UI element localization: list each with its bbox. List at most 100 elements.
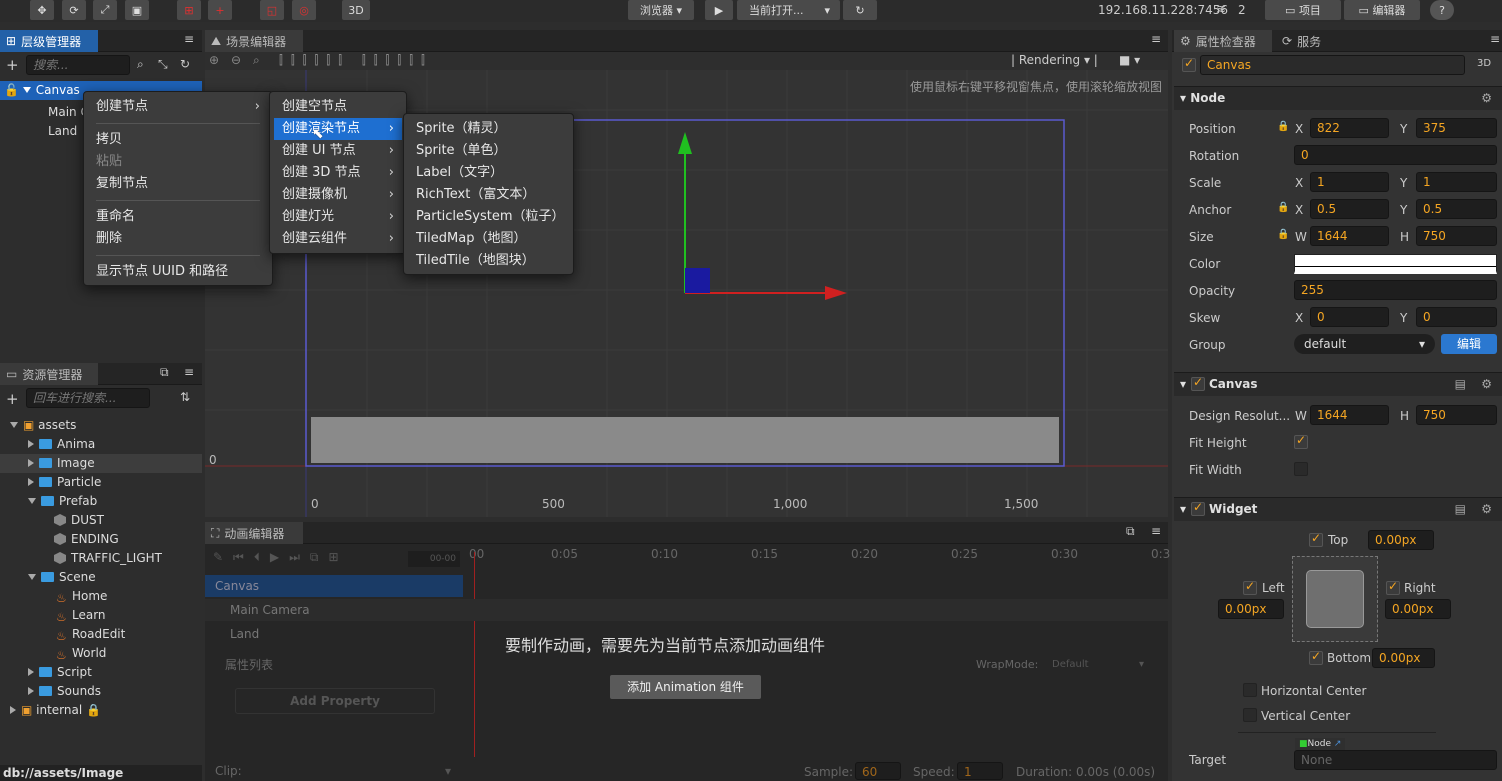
widget-left-input[interactable]: 0.00px — [1218, 599, 1284, 619]
menu-item-richtext[interactable]: RichText（富文本） — [408, 184, 569, 206]
assets-search-input[interactable]: 回车进行搜索... — [26, 388, 150, 408]
scale-tool-button[interactable]: ⤢ — [93, 0, 117, 20]
search-icon[interactable]: ⌕ — [137, 57, 144, 72]
scene-menu-icon[interactable]: ≡ — [1151, 32, 1161, 46]
asset-folder[interactable]: Script — [28, 663, 92, 682]
popout-icon[interactable]: ⧉ — [1126, 524, 1135, 539]
asset-scene[interactable]: ♨ Home — [56, 587, 107, 606]
opacity-input[interactable]: 255 — [1294, 280, 1497, 300]
menu-item-tiledtile[interactable]: TiledTile（地图块） — [408, 250, 569, 272]
position-x-input[interactable]: 822 — [1310, 118, 1389, 138]
lock-icon[interactable]: 🔒 — [1277, 229, 1289, 240]
hierarchy-menu-icon[interactable]: ≡ — [184, 32, 194, 46]
group-edit-button[interactable]: 编辑 — [1441, 334, 1497, 354]
lock-icon[interactable]: 🔒 — [1277, 121, 1289, 132]
gizmo-button[interactable]: ◎ — [292, 0, 316, 20]
hierarchy-search-input[interactable]: 搜索... — [26, 55, 130, 75]
asset-prefab[interactable]: TRAFFIC_LIGHT — [54, 549, 162, 568]
asset-prefab[interactable]: DUST — [54, 511, 104, 530]
asset-folder-selected[interactable]: Image — [0, 454, 202, 473]
play-button[interactable]: ▶ — [705, 0, 733, 20]
position-y-input[interactable]: 375 — [1416, 118, 1497, 138]
mode-3d-button[interactable]: 3D — [342, 0, 370, 20]
add-asset-button[interactable]: + — [6, 390, 19, 408]
menu-item-copy[interactable]: 拷贝 — [88, 129, 268, 151]
rendering-select[interactable]: | Rendering ▾ | — [1011, 53, 1098, 67]
widget-top-checkbox[interactable] — [1309, 531, 1323, 547]
help-icon[interactable]: ? — [1430, 0, 1454, 20]
menu-item-tiledmap[interactable]: TiledMap（地图） — [408, 228, 569, 250]
menu-item-create-render[interactable]: 创建渲染节点 › — [274, 118, 402, 140]
menu-item-create-camera[interactable]: 创建摄像机 › — [274, 184, 402, 206]
gear-icon[interactable]: ⚙ — [1481, 377, 1492, 391]
widget-section-header[interactable]: ▾Widget▤⚙ — [1174, 497, 1502, 521]
node-section-header[interactable]: ▾ Node ⚙ — [1174, 86, 1502, 110]
assets-tab[interactable]: ▭ 资源管理器 — [0, 363, 98, 385]
menu-item-duplicate[interactable]: 复制节点 — [88, 173, 268, 195]
inspector-menu-icon[interactable]: ≡ — [1490, 32, 1500, 46]
rect-tool-button[interactable]: ▣ — [125, 0, 149, 20]
widget-left-checkbox[interactable] — [1243, 579, 1257, 595]
horizontal-center-checkbox[interactable] — [1243, 683, 1257, 697]
asset-folder[interactable]: Anima — [28, 435, 95, 454]
menu-item-paste[interactable]: 粘贴 — [88, 151, 268, 173]
hierarchy-tab[interactable]: ⊞ 层级管理器 — [0, 30, 98, 52]
menu-item-sprite-single[interactable]: Sprite（单色） — [408, 140, 569, 162]
skew-y-input[interactable]: 0 — [1416, 307, 1497, 327]
snap-button[interactable]: ◱ — [260, 0, 284, 20]
sort-icon[interactable]: ⇅ — [180, 390, 190, 404]
gear-icon[interactable]: ⚙ — [1481, 91, 1492, 105]
menu-item-create-3d[interactable]: 创建 3D 节点 › — [274, 162, 402, 184]
zoom-in-icon[interactable]: ⊕ — [209, 53, 219, 67]
canvas-enabled-checkbox[interactable] — [1191, 375, 1205, 391]
menu-item-create-empty[interactable]: 创建空节点 — [274, 96, 402, 118]
book-icon[interactable]: ▤ — [1455, 502, 1466, 516]
editor-button[interactable]: ▭ 编辑器 — [1344, 0, 1420, 20]
vertical-center-checkbox[interactable] — [1243, 708, 1257, 722]
assets-menu-icon[interactable]: ≡ — [184, 365, 194, 379]
canvas-section-header[interactable]: ▾Canvas▤⚙ — [1174, 372, 1502, 396]
menu-item-create-light[interactable]: 创建灯光 › — [274, 206, 402, 228]
speed-input[interactable]: 1 — [957, 762, 1003, 780]
camera-icon[interactable]: ■ ▾ — [1119, 53, 1140, 67]
wrapmode-select[interactable]: Default ▾ — [1048, 656, 1148, 674]
zoom-out-icon[interactable]: ⊖ — [231, 53, 241, 67]
sample-input[interactable]: 60 — [855, 762, 901, 780]
asset-internal[interactable]: ▣ internal 🔒 — [10, 701, 101, 720]
playhead[interactable] — [474, 552, 475, 757]
widget-bottom-input[interactable]: 0.00px — [1372, 648, 1435, 668]
popout-icon[interactable]: ⧉ — [160, 365, 169, 380]
menu-item-delete[interactable]: 删除 — [88, 228, 268, 250]
animation-tab[interactable]: ⛶ 动画编辑器 — [205, 522, 303, 544]
asset-folder[interactable]: Scene — [28, 568, 96, 587]
target-input[interactable]: None — [1294, 750, 1497, 770]
widget-top-input[interactable]: 0.00px — [1368, 530, 1434, 550]
asset-scene[interactable]: ♨ RoadEdit — [56, 625, 125, 644]
add-property-button[interactable]: Add Property — [235, 688, 435, 714]
book-icon[interactable]: ▤ — [1455, 377, 1466, 391]
menu-item-label[interactable]: Label（文字） — [408, 162, 569, 184]
skew-x-input[interactable]: 0 — [1310, 307, 1389, 327]
preview-platform-select[interactable]: 浏览器 ▾ — [628, 0, 694, 20]
widget-right-checkbox[interactable] — [1386, 579, 1400, 595]
clip-dropdown-icon[interactable]: ▾ — [445, 764, 451, 778]
color-swatch[interactable] — [1294, 254, 1497, 274]
widget-alignment-box[interactable] — [1292, 556, 1378, 642]
scene-select[interactable]: 当前打开... ▾ — [737, 0, 840, 20]
collapse-icon[interactable]: ⤡ — [158, 57, 168, 72]
group-select[interactable]: default ▾ — [1294, 334, 1435, 354]
fit-height-checkbox[interactable] — [1294, 433, 1308, 449]
project-button[interactable]: ▭ 项目 — [1265, 0, 1341, 20]
widget-bottom-checkbox[interactable] — [1309, 649, 1323, 665]
scene-tab[interactable]: ⛰ 场景编辑器 — [205, 30, 303, 52]
gear-icon[interactable]: ⚙ — [1481, 502, 1492, 516]
refresh-button[interactable]: ↻ — [843, 0, 877, 20]
pivot-button[interactable]: ⊞ — [177, 0, 201, 20]
time-field[interactable]: 00-00 — [408, 551, 460, 567]
rotate-tool-button[interactable]: ⟳ — [62, 0, 86, 20]
size-w-input[interactable]: 1644 — [1310, 226, 1389, 246]
menu-item-create-ui[interactable]: 创建 UI 节点 › — [274, 140, 402, 162]
design-h-input[interactable]: 750 — [1416, 405, 1497, 425]
menu-item-create-cloud[interactable]: 创建云组件 › — [274, 228, 402, 250]
rotation-input[interactable]: 0 — [1294, 145, 1497, 165]
